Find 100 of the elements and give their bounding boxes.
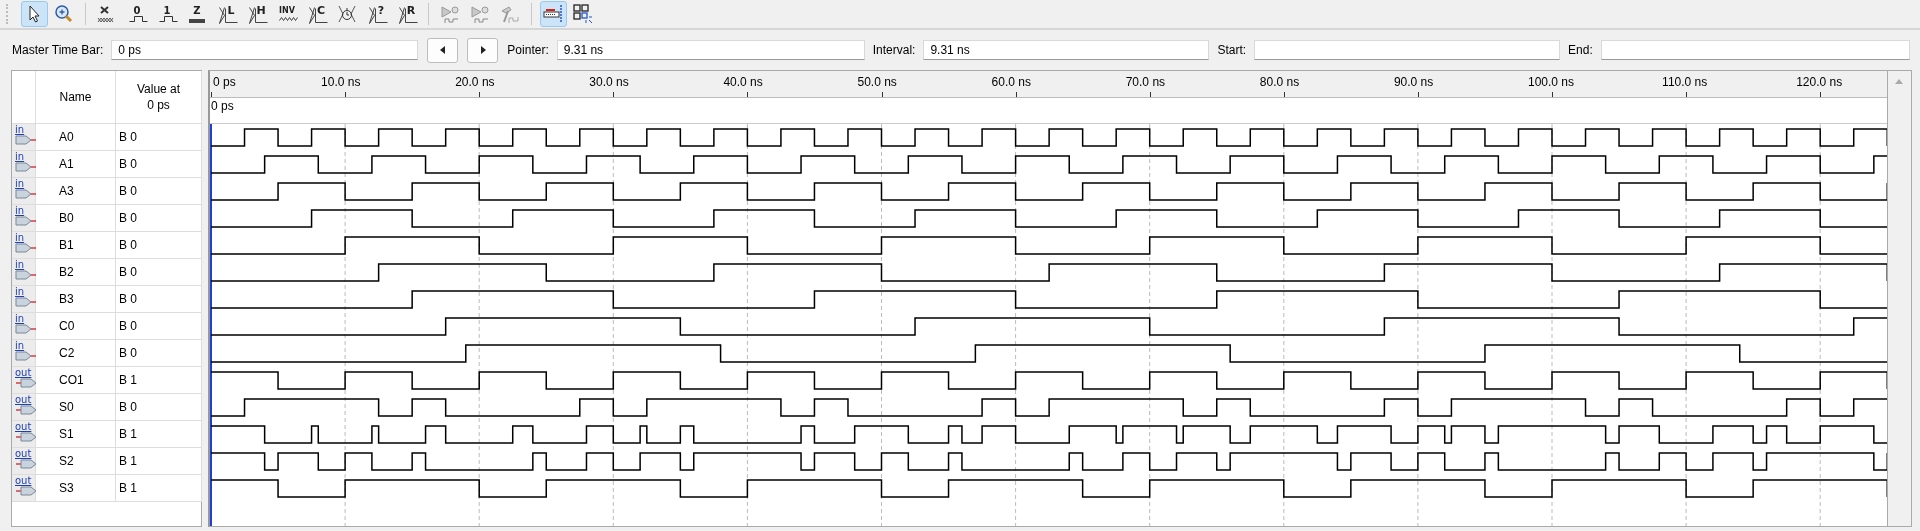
signal-value: B 0 <box>116 205 202 232</box>
time-tick-label: 90.0 ns <box>1393 75 1434 89</box>
tick-mark <box>1283 92 1285 97</box>
field-label: Start: <box>1217 43 1247 57</box>
force-value-button[interactable]: L <box>213 1 241 27</box>
signal-name[interactable]: B0 <box>36 205 116 232</box>
tick-mark <box>747 92 749 97</box>
port-arrow-icon <box>15 405 37 415</box>
time-field[interactable]: 0 ps <box>111 40 419 60</box>
port-arrow-icon <box>15 216 37 226</box>
signal-name[interactable]: C0 <box>36 313 116 340</box>
signal-value: B 0 <box>116 313 202 340</box>
waveform-icon <box>218 7 238 24</box>
port-label: in <box>15 152 25 162</box>
signal-value: B 0 <box>116 394 202 421</box>
waveform-icon <box>308 7 328 24</box>
tick-mark <box>881 92 883 97</box>
signal-value: B 0 <box>116 151 202 178</box>
port-arrow-icon <box>15 351 37 361</box>
waveform-icon <box>188 19 205 23</box>
tick-mark <box>1417 92 1419 97</box>
port-label: in <box>15 233 25 243</box>
force-value-button[interactable]: ? <box>363 1 391 27</box>
select-button[interactable] <box>20 1 48 27</box>
port-arrow-icon <box>15 324 37 334</box>
port-label: out <box>15 395 32 405</box>
snap-icon <box>542 3 564 25</box>
tick-mark <box>1552 92 1553 97</box>
signal-value: B 1 <box>116 475 202 502</box>
signal-value: B 0 <box>116 259 202 286</box>
time-tick-label: 0 ps <box>213 75 236 89</box>
signal-value: B 0 <box>116 178 202 205</box>
port-arrow-icon <box>15 459 37 469</box>
clock-icon <box>336 3 358 25</box>
signal-name[interactable]: C2 <box>36 340 116 367</box>
time-field[interactable]: 9.31 ns <box>556 40 865 60</box>
time-field[interactable] <box>1254 40 1561 60</box>
time-field[interactable]: 9.31 ns <box>923 40 1210 60</box>
time-tick-label: 80.0 ns <box>1259 75 1300 89</box>
waveform-icon <box>128 16 148 22</box>
waveform-icon <box>158 16 178 22</box>
force-value-button[interactable]: C <box>303 1 331 27</box>
signal-value: B 0 <box>116 286 202 313</box>
field-label: Interval: <box>872 43 916 57</box>
invert-button[interactable]: INV <box>273 1 301 27</box>
tick-mark <box>1686 92 1688 97</box>
time-tick-label: 70.0 ns <box>1125 75 1166 89</box>
cursor-line[interactable] <box>210 124 212 526</box>
port-arrow-icon <box>15 378 37 388</box>
signal-name[interactable]: B2 <box>36 259 116 286</box>
signal-name[interactable]: A3 <box>36 178 116 205</box>
port-label: in <box>15 206 25 216</box>
port-label: out <box>15 449 32 459</box>
tick-mark <box>211 92 212 97</box>
port-label: out <box>15 368 32 378</box>
tick-mark <box>1015 92 1017 97</box>
signal-name[interactable]: S2 <box>36 448 116 475</box>
port-arrow-icon <box>15 189 37 199</box>
field-label: Pointer: <box>507 43 549 57</box>
grid-icon <box>572 3 594 25</box>
next-button[interactable] <box>467 37 499 63</box>
waveform-icon <box>398 7 418 24</box>
signal-name[interactable]: S1 <box>36 421 116 448</box>
port-label: in <box>15 341 25 351</box>
port-arrow-icon <box>15 432 37 442</box>
column-header: Name <box>36 71 116 124</box>
force-value-button[interactable]: 1 <box>153 1 181 27</box>
port-arrow-icon <box>15 270 37 280</box>
signal-value: B 1 <box>116 448 202 475</box>
signal-value: B 1 <box>116 367 202 394</box>
time-tick-label: 50.0 ns <box>857 75 897 89</box>
signal-name[interactable]: CO1 <box>36 367 116 394</box>
zoom-icon <box>53 3 75 25</box>
signal-name[interactable]: S3 <box>36 475 116 502</box>
signal-name[interactable]: B1 <box>36 232 116 259</box>
play-waveform-icon <box>469 3 491 25</box>
snap-to-grid-button[interactable] <box>539 1 567 27</box>
signal-name[interactable]: B3 <box>36 286 116 313</box>
waveform-icon <box>278 17 298 21</box>
high-impedance-button[interactable]: Z <box>183 1 211 27</box>
force-value-button[interactable]: H <box>243 1 271 27</box>
signal-name[interactable]: S0 <box>36 394 116 421</box>
right-triangle-icon <box>478 46 487 54</box>
previous-button[interactable] <box>427 37 459 63</box>
signal-name[interactable]: A0 <box>36 124 116 151</box>
tick-mark <box>345 92 347 97</box>
signal-value: B 1 <box>116 421 202 448</box>
signal-name[interactable]: A1 <box>36 151 116 178</box>
field-label: End: <box>1568 43 1593 57</box>
port-label: in <box>15 287 25 297</box>
field-label: Master Time Bar: <box>12 43 104 57</box>
port-label: out <box>15 422 32 432</box>
force-value-button[interactable]: 0 <box>123 1 151 27</box>
port-label: in <box>15 314 25 324</box>
tick-mark <box>1149 92 1151 97</box>
time-field[interactable] <box>1600 40 1910 60</box>
force-value-button[interactable]: R <box>393 1 421 27</box>
left-triangle-icon <box>438 46 447 54</box>
signal-value: B 0 <box>116 232 202 259</box>
time-tick-label: 40.0 ns <box>723 75 763 89</box>
